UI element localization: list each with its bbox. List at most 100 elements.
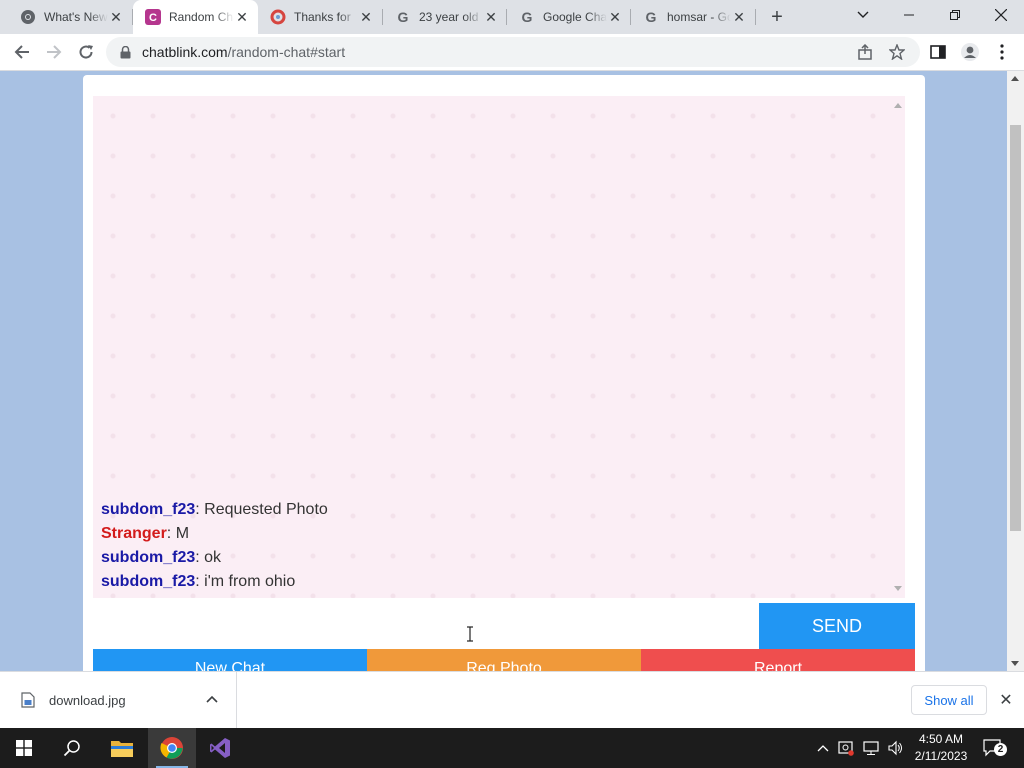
- back-button[interactable]: [8, 38, 36, 66]
- google-icon: G: [643, 9, 659, 25]
- download-shelf: download.jpg Show all ✕: [0, 671, 1024, 728]
- tab-search-button[interactable]: [840, 0, 886, 30]
- tab-strip: What's New ✕ C Random Chat ✕ Thanks for …: [0, 0, 1024, 34]
- restore-icon: [950, 10, 960, 20]
- show-hidden-icons-button[interactable]: [814, 728, 832, 768]
- side-panel-button[interactable]: [924, 38, 952, 66]
- tab-title: 23 year old: [419, 10, 479, 24]
- download-file-name: download.jpg: [49, 692, 126, 708]
- close-tab-icon[interactable]: ✕: [731, 9, 747, 25]
- close-tab-icon[interactable]: ✕: [358, 9, 374, 25]
- lock-icon[interactable]: [118, 45, 132, 59]
- close-tab-icon[interactable]: ✕: [607, 9, 623, 25]
- scroll-up-arrow-icon[interactable]: [1011, 76, 1019, 81]
- chrome-icon: [20, 9, 36, 25]
- download-item[interactable]: download.jpg: [0, 672, 237, 728]
- forward-arrow-icon: [47, 45, 62, 59]
- windows-logo-icon: [16, 740, 32, 756]
- close-icon[interactable]: ✕: [998, 692, 1014, 709]
- clock-date: 2/11/2023: [914, 749, 968, 763]
- message-sender: subdom_f23: [101, 501, 196, 518]
- kebab-menu-icon: [1000, 44, 1004, 60]
- visual-studio-taskbar-button[interactable]: [196, 728, 244, 768]
- tab-title: Google Chat: [543, 10, 607, 24]
- visual-studio-icon: [210, 738, 230, 758]
- new-chat-button[interactable]: New Chat: [93, 649, 367, 671]
- back-arrow-icon: [14, 45, 29, 59]
- clock[interactable]: 4:50 AM 2/11/2023: [908, 731, 974, 765]
- show-all-button[interactable]: Show all: [911, 685, 987, 715]
- start-button[interactable]: [0, 728, 48, 768]
- text-cursor-icon: [467, 626, 473, 642]
- request-photo-button[interactable]: Req Photo: [367, 649, 641, 671]
- tab-title: What's New: [44, 10, 108, 24]
- tab-title: Random Chat: [169, 10, 234, 24]
- new-tab-button[interactable]: +: [765, 5, 789, 29]
- chrome-icon: [160, 737, 183, 759]
- scroll-down-arrow-icon[interactable]: [1011, 661, 1019, 666]
- tab-random-chat[interactable]: C Random Chat ✕: [133, 0, 258, 34]
- chat-message: subdom_f23: i'm from ohio: [101, 570, 328, 594]
- chatblink-icon: C: [145, 9, 161, 25]
- chevron-down-icon: [857, 11, 869, 18]
- minimize-button[interactable]: [886, 0, 932, 30]
- file-icon: [21, 692, 35, 708]
- chat-container: subdom_f23: Requested Photo Stranger: M …: [83, 75, 925, 671]
- chat-log[interactable]: subdom_f23: Requested Photo Stranger: M …: [93, 96, 905, 598]
- tab-whats-new[interactable]: What's New ✕: [8, 0, 132, 34]
- google-icon: G: [519, 9, 535, 25]
- tab-homsar[interactable]: G homsar - Go ✕: [631, 0, 755, 34]
- search-button[interactable]: [48, 728, 96, 768]
- profile-button[interactable]: [956, 38, 984, 66]
- file-explorer-taskbar-button[interactable]: [98, 728, 146, 768]
- chat-log-scrollbar[interactable]: [891, 96, 905, 598]
- scroll-up-arrow-icon[interactable]: [894, 103, 902, 108]
- side-panel-icon: [930, 45, 946, 59]
- message-text: : i'm from ohio: [195, 573, 296, 590]
- close-window-button[interactable]: [978, 0, 1024, 30]
- report-button[interactable]: Report: [641, 649, 915, 671]
- tab-title: Thanks for: [294, 10, 351, 24]
- folder-icon: [111, 741, 133, 757]
- message-sender: subdom_f23: [101, 549, 196, 566]
- google-icon: G: [395, 9, 411, 25]
- restore-button[interactable]: [932, 0, 978, 30]
- volume-icon[interactable]: [884, 728, 906, 768]
- tab-separator: [755, 9, 756, 25]
- plus-icon: +: [771, 5, 783, 28]
- share-icon[interactable]: [856, 43, 874, 61]
- close-tab-icon[interactable]: ✕: [108, 9, 124, 25]
- chrome-menu-button[interactable]: [988, 38, 1016, 66]
- message-text: : Requested Photo: [195, 501, 328, 518]
- bookmark-star-icon[interactable]: [888, 43, 906, 61]
- close-tab-icon[interactable]: ✕: [483, 9, 499, 25]
- message-sender: subdom_f23: [101, 573, 196, 590]
- tab-google-chat[interactable]: G Google Chat ✕: [507, 0, 631, 34]
- message-sender: Stranger: [101, 525, 167, 542]
- chat-message: subdom_f23: ok: [101, 546, 328, 570]
- chrome-taskbar-button[interactable]: [148, 728, 196, 768]
- avatar-icon: [961, 43, 979, 61]
- security-tray-icon[interactable]: [836, 728, 856, 768]
- svg-text:G: G: [522, 9, 533, 25]
- scrollbar-thumb[interactable]: [1010, 125, 1021, 531]
- page-scrollbar[interactable]: [1007, 71, 1024, 671]
- notifications-button[interactable]: 2: [980, 728, 1008, 768]
- svg-text:G: G: [646, 9, 657, 25]
- message-input[interactable]: [93, 602, 759, 648]
- url-text[interactable]: chatblink.com/random-chat#start: [142, 44, 345, 60]
- network-icon[interactable]: [860, 728, 882, 768]
- message-text: : M: [166, 525, 190, 542]
- close-tab-icon[interactable]: ✕: [234, 9, 250, 25]
- reload-icon: [79, 45, 93, 59]
- tab-23-year-old[interactable]: G 23 year old ✕: [383, 0, 507, 34]
- svg-text:C: C: [149, 12, 157, 24]
- chevron-up-icon[interactable]: [206, 694, 218, 706]
- close-icon: [995, 9, 1007, 21]
- send-button[interactable]: SEND: [759, 603, 915, 649]
- address-bar[interactable]: chatblink.com/random-chat#start: [106, 37, 920, 67]
- scroll-down-arrow-icon[interactable]: [894, 586, 902, 591]
- tab-thanks-for[interactable]: Thanks for ✕: [258, 0, 382, 34]
- forward-button[interactable]: [40, 38, 68, 66]
- reload-button[interactable]: [72, 38, 100, 66]
